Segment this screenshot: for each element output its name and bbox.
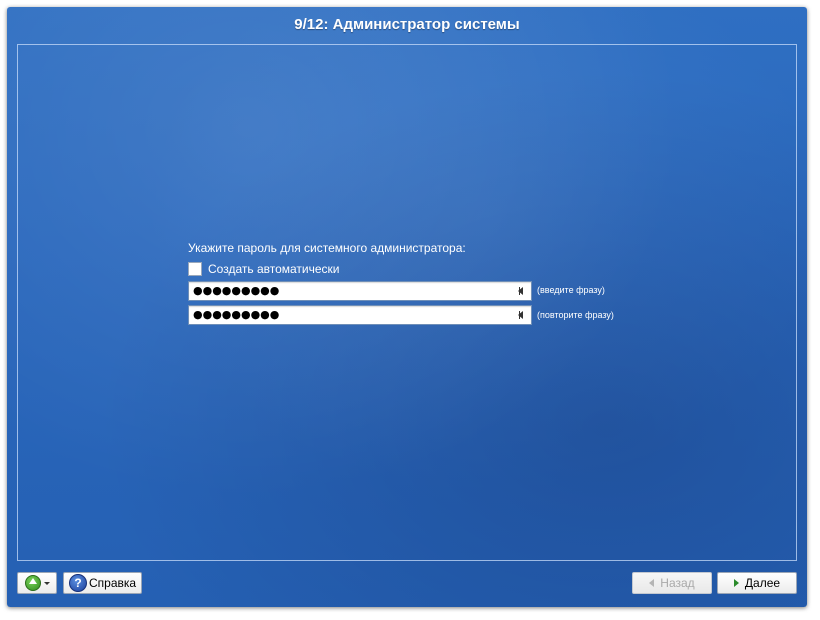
password-confirm-value: ●●●●●●●●● [193, 308, 280, 321]
auto-generate-label[interactable]: Создать автоматически [208, 262, 340, 276]
go-up-menu-button[interactable] [17, 572, 57, 594]
password-confirm-input[interactable]: ●●●●●●●●● [188, 305, 532, 325]
auto-generate-checkbox[interactable] [188, 262, 202, 276]
caps-lock-indicator-icon [518, 287, 523, 295]
password-confirm-hint: (повторите фразу) [537, 310, 614, 320]
installer-window: 9/12: Администратор системы Укажите паро… [7, 7, 807, 607]
next-button[interactable]: Далее [717, 572, 797, 594]
help-icon: ? [69, 574, 87, 592]
dropdown-caret-icon [43, 581, 50, 585]
chevron-left-icon [649, 579, 655, 587]
help-button-label: Справка [89, 576, 137, 590]
window-title: 9/12: Администратор системы [294, 16, 520, 33]
back-button-label: Назад [660, 576, 695, 590]
back-button[interactable]: Назад [632, 572, 712, 594]
go-up-icon [24, 575, 41, 591]
content-frame [17, 44, 797, 561]
password-prompt: Укажите пароль для системного администра… [188, 241, 466, 255]
auto-generate-option[interactable]: Создать автоматически [188, 261, 340, 277]
password-hint: (введите фразу) [537, 285, 605, 295]
caps-lock-indicator-icon [518, 311, 523, 319]
help-button[interactable]: ? Справка [63, 572, 142, 594]
next-button-label: Далее [744, 576, 781, 590]
password-input[interactable]: ●●●●●●●●● [188, 281, 532, 301]
password-value: ●●●●●●●●● [193, 284, 280, 297]
chevron-right-icon [733, 579, 739, 587]
